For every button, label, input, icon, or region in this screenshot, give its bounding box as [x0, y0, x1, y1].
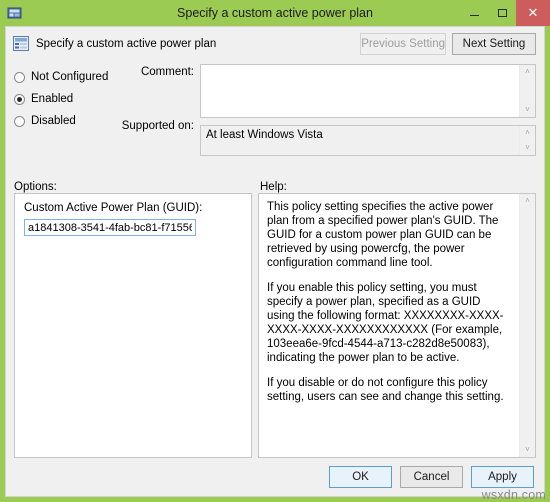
- scroll-down-icon[interactable]: ˅: [525, 141, 530, 155]
- policy-header: Specify a custom active power plan Previ…: [6, 27, 544, 60]
- scroll-up-icon[interactable]: ˄: [525, 194, 530, 208]
- previous-setting-button[interactable]: Previous Setting: [360, 32, 446, 55]
- supported-on-value: At least Windows Vista: [201, 126, 519, 155]
- radio-disabled-indicator[interactable]: [14, 115, 25, 127]
- close-button[interactable]: ✕: [516, 0, 550, 26]
- help-scrollbar[interactable]: ˄ ˅: [519, 194, 535, 457]
- maximize-button[interactable]: [488, 0, 516, 26]
- apply-button[interactable]: Apply: [471, 466, 534, 488]
- content-panels: Custom Active Power Plan (GUID): This po…: [6, 193, 544, 458]
- help-paragraph-2: If you enable this policy setting, you m…: [267, 282, 504, 364]
- dialog-client-area: Specify a custom active power plan Previ…: [5, 26, 545, 497]
- comment-label: Comment:: [140, 66, 194, 78]
- comment-scrollbar[interactable]: ˄ ˅: [519, 65, 535, 117]
- radio-enabled-indicator[interactable]: [14, 93, 25, 105]
- radio-enabled[interactable]: Enabled: [14, 88, 116, 110]
- policy-title: Specify a custom active power plan: [36, 37, 217, 50]
- scroll-down-icon[interactable]: ˅: [525, 443, 530, 457]
- radio-not-configured-label: Not Configured: [31, 71, 109, 83]
- scroll-down-icon[interactable]: ˅: [525, 103, 530, 117]
- metadata-fields: Comment: ˄ ˅ Supported on: At least Wind…: [116, 60, 536, 172]
- setting-nav-buttons: Previous Setting Next Setting: [360, 32, 536, 55]
- comment-textbox[interactable]: ˄ ˅: [200, 64, 536, 118]
- radio-not-configured-indicator[interactable]: [14, 71, 25, 83]
- ok-button[interactable]: OK: [329, 466, 392, 488]
- help-paragraph-1: This policy setting specifies the active…: [267, 201, 499, 269]
- group-policy-icon: [7, 5, 23, 21]
- watermark: wsxdn.com: [481, 488, 546, 502]
- dialog-footer: OK Cancel Apply: [6, 458, 544, 496]
- radio-enabled-label: Enabled: [31, 93, 74, 105]
- supported-on-row: Supported on: At least Windows Vista ˄ ˅: [116, 118, 536, 156]
- scroll-up-icon[interactable]: ˄: [525, 65, 530, 79]
- help-text: This policy setting specifies the active…: [259, 194, 519, 457]
- supported-on-textbox: At least Windows Vista ˄ ˅: [200, 125, 536, 156]
- title-bar[interactable]: Specify a custom active power plan ✕: [0, 0, 550, 26]
- custom-power-plan-guid-input[interactable]: [24, 219, 196, 236]
- policy-state-radio-group: Not Configured Enabled Disabled: [14, 60, 116, 172]
- options-panel: Custom Active Power Plan (GUID):: [14, 193, 252, 458]
- minimize-button[interactable]: [460, 0, 488, 26]
- radio-disabled[interactable]: Disabled: [14, 110, 116, 132]
- guid-field-label: Custom Active Power Plan (GUID):: [24, 202, 203, 214]
- help-paragraph-3: If you disable or do not configure this …: [267, 377, 504, 403]
- radio-not-configured[interactable]: Not Configured: [14, 66, 116, 88]
- supported-on-label: Supported on:: [121, 120, 194, 132]
- cancel-button[interactable]: Cancel: [400, 466, 463, 488]
- window-controls: ✕: [460, 0, 550, 26]
- radio-disabled-label: Disabled: [31, 115, 76, 127]
- comment-row: Comment: ˄ ˅: [116, 64, 536, 118]
- policy-setting-icon: [13, 36, 29, 51]
- scroll-up-icon[interactable]: ˄: [525, 126, 530, 140]
- supported-on-scrollbar[interactable]: ˄ ˅: [519, 126, 535, 155]
- comment-value[interactable]: [201, 65, 519, 117]
- next-setting-button[interactable]: Next Setting: [452, 32, 536, 55]
- help-label: Help:: [260, 181, 287, 193]
- policy-setting-dialog: Specify a custom active power plan ✕ Spe…: [0, 0, 550, 502]
- section-labels: Options: Help:: [6, 172, 544, 193]
- options-label: Options:: [14, 181, 57, 193]
- help-panel: This policy setting specifies the active…: [258, 193, 536, 458]
- policy-state-form: Not Configured Enabled Disabled Comment:: [6, 60, 544, 172]
